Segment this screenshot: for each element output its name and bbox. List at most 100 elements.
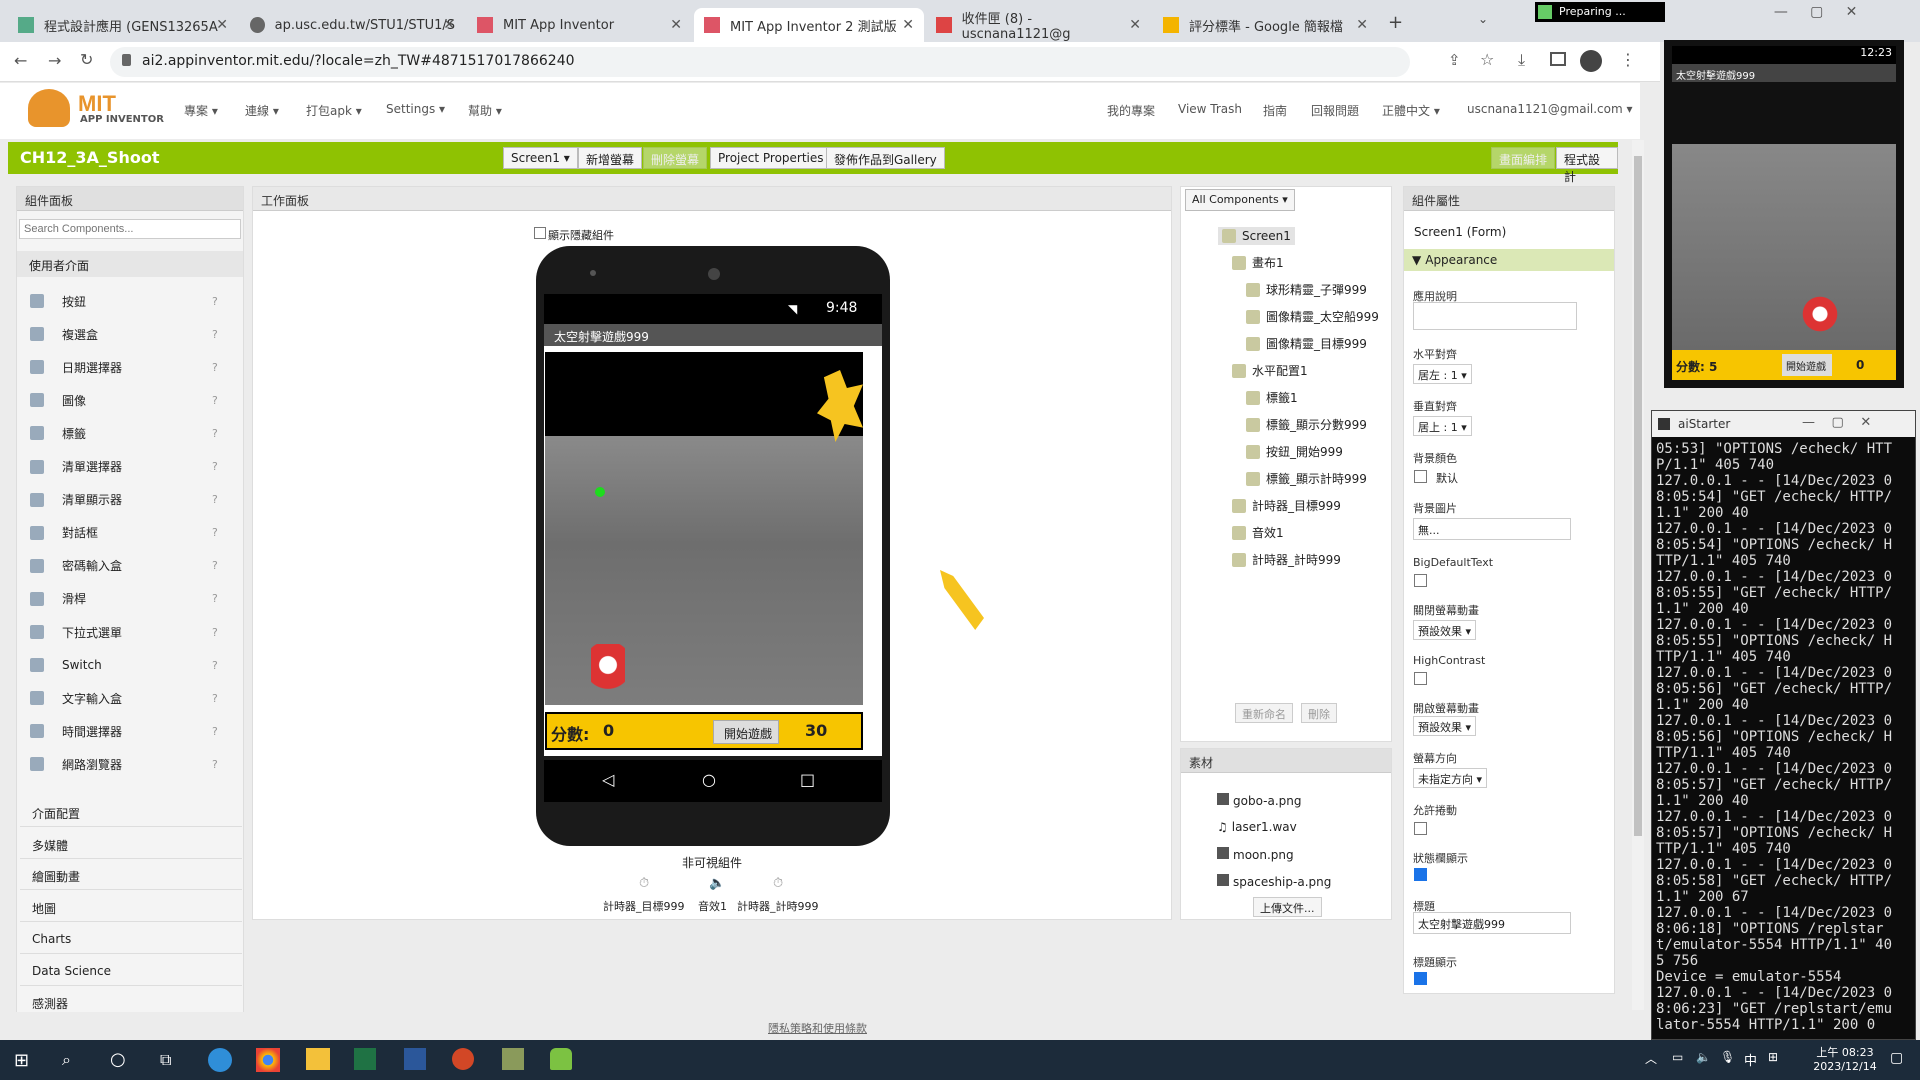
new-tab-button[interactable]: +: [1388, 12, 1403, 33]
palette-category[interactable]: Data Science: [20, 956, 242, 986]
prop-highcontrast-checkbox[interactable]: [1414, 672, 1427, 685]
ime-mode-icon[interactable]: ⊞: [1768, 1050, 1778, 1064]
bookmark-star-icon[interactable]: ☆: [1480, 50, 1494, 69]
category-user-interface[interactable]: 使用者介面: [17, 251, 243, 277]
help-icon[interactable]: ?: [212, 626, 218, 639]
mic-icon[interactable]: 🎙: [1720, 1050, 1735, 1064]
palette-item[interactable]: 對話框?: [30, 523, 218, 543]
browser-tab[interactable]: 評分標準 - Google 簡報檔 ✕: [1153, 8, 1378, 42]
palette-item[interactable]: 標籤?: [30, 423, 218, 443]
prop-bgimage-input[interactable]: 無...: [1413, 518, 1571, 540]
help-icon[interactable]: ?: [212, 692, 218, 705]
media-file[interactable]: spaceship-a.png: [1217, 874, 1331, 889]
cortana-icon[interactable]: ○: [110, 1049, 126, 1070]
palette-item[interactable]: 下拉式選單?: [30, 622, 218, 642]
tree-node[interactable]: 圖像精靈_目標999: [1246, 335, 1367, 352]
media-file[interactable]: ♫ laser1.wav: [1217, 820, 1297, 834]
tree-node[interactable]: Screen1: [1218, 227, 1295, 245]
show-hidden-checkbox[interactable]: [534, 227, 546, 239]
designer-button[interactable]: 畫面編排: [1491, 147, 1556, 169]
chrome-icon[interactable]: [256, 1048, 280, 1072]
taskbar-clock[interactable]: 上午 08:23 2023/12/14: [1805, 1044, 1885, 1073]
help-icon[interactable]: ?: [212, 361, 218, 374]
prop-statusbar-checkbox[interactable]: [1414, 868, 1427, 881]
close-tab-icon[interactable]: ✕: [216, 17, 228, 33]
tree-node[interactable]: 計時器_計時999: [1232, 551, 1341, 568]
menu-help[interactable]: 幫助 ▾: [468, 102, 502, 119]
tree-node[interactable]: 畫布1: [1232, 254, 1284, 271]
link-report-issue[interactable]: 回報問題: [1311, 102, 1359, 119]
menu-settings[interactable]: Settings ▾: [386, 102, 445, 116]
help-icon[interactable]: ?: [212, 394, 218, 407]
help-icon[interactable]: ?: [212, 725, 218, 738]
windows-start-icon[interactable]: ⊞: [14, 1050, 29, 1071]
close-tab-icon[interactable]: ✕: [443, 17, 455, 33]
emulator-start-button[interactable]: 開始遊戲: [1782, 354, 1832, 376]
powerpoint-icon[interactable]: [452, 1048, 474, 1070]
palette-item[interactable]: 清單選擇器?: [30, 457, 218, 477]
tree-node[interactable]: 標籤1: [1246, 389, 1298, 406]
word-icon[interactable]: [404, 1048, 426, 1070]
menu-project[interactable]: 專案 ▾: [184, 102, 218, 119]
task-view-icon[interactable]: ⧉: [160, 1050, 171, 1070]
prop-valign-select[interactable]: 居上 : 1 ▾: [1413, 416, 1472, 436]
prop-scrollable-checkbox[interactable]: [1414, 822, 1427, 835]
browser-tab[interactable]: MIT App Inventor ✕: [467, 8, 692, 42]
screen-select[interactable]: Screen1 ▾: [503, 147, 578, 169]
tree-node[interactable]: 水平配置1: [1232, 362, 1308, 379]
palette-category[interactable]: 介面配置: [20, 797, 242, 827]
palette-item[interactable]: 清單顯示器?: [30, 490, 218, 510]
appinventor-logo-icon[interactable]: [28, 89, 70, 127]
menu-build[interactable]: 打包apk ▾: [306, 102, 362, 119]
rename-button[interactable]: 重新命名: [1235, 703, 1293, 723]
help-icon[interactable]: ?: [212, 460, 218, 473]
privacy-link[interactable]: 隱私策略和使用條款: [768, 1020, 867, 1036]
link-view-trash[interactable]: View Trash: [1178, 102, 1242, 116]
publish-gallery-button[interactable]: 發佈作品到Gallery: [826, 147, 945, 169]
search-components-input[interactable]: [19, 219, 241, 239]
prop-orientation-select[interactable]: 未指定方向 ▾: [1413, 768, 1488, 788]
remove-screen-button[interactable]: 刪除螢幕: [643, 147, 708, 169]
user-menu[interactable]: uscnana1121@gmail.com ▾: [1467, 102, 1633, 116]
nonvisible-item[interactable]: 音效1: [698, 898, 727, 914]
help-icon[interactable]: ?: [212, 659, 218, 672]
help-icon[interactable]: ?: [212, 427, 218, 440]
tree-node[interactable]: 音效1: [1232, 524, 1284, 541]
excel-icon[interactable]: [354, 1048, 376, 1070]
edge-icon[interactable]: [208, 1048, 232, 1072]
download-icon[interactable]: ⤓: [1518, 50, 1525, 70]
palette-category[interactable]: 地圖: [20, 892, 242, 923]
more-menu-icon[interactable]: ⋮: [1620, 50, 1636, 69]
tree-node[interactable]: 按鈕_開始999: [1246, 443, 1343, 460]
search-icon[interactable]: ⌕: [62, 1050, 71, 1070]
help-icon[interactable]: ?: [212, 758, 218, 771]
start-game-button[interactable]: 開始遊戲: [713, 720, 779, 744]
palette-category[interactable]: Charts: [20, 924, 242, 954]
palette-category[interactable]: 繪圖動畫: [20, 860, 242, 891]
notification-icon[interactable]: ▢: [1890, 1050, 1903, 1066]
palette-item[interactable]: 滑桿?: [30, 589, 218, 609]
tray-chevron-icon[interactable]: ︿: [1645, 1050, 1657, 1067]
menu-connect[interactable]: 連線 ▾: [245, 102, 279, 119]
browser-tab-active[interactable]: MIT App Inventor 2 測試版 ✕: [694, 8, 924, 42]
window-controls[interactable]: — ▢ ✕: [1802, 415, 1871, 430]
spaceship-sprite[interactable]: [591, 644, 625, 704]
delete-button[interactable]: 刪除: [1301, 703, 1337, 723]
close-tab-icon[interactable]: ✕: [670, 17, 682, 33]
palette-item[interactable]: 密碼輸入盒?: [30, 556, 218, 576]
palette-item[interactable]: Switch?: [30, 655, 218, 675]
tree-node[interactable]: 標籤_顯示計時999: [1246, 470, 1367, 487]
page-scrollbar[interactable]: [1632, 140, 1644, 1010]
browser-tab[interactable]: ap.usc.edu.tw/STU1/STU1/S ✕: [240, 8, 465, 42]
nav-recent-icon[interactable]: □: [800, 770, 815, 789]
prop-close-anim-select[interactable]: 預設效果 ▾: [1413, 620, 1477, 640]
add-screen-button[interactable]: 新增螢幕: [578, 147, 643, 169]
prop-titlevisible-checkbox[interactable]: [1414, 972, 1427, 985]
nav-back-icon[interactable]: ◁: [602, 770, 614, 789]
scrollbar-thumb[interactable]: [1634, 156, 1642, 836]
palette-item[interactable]: 按鈕?: [30, 291, 218, 311]
canvas[interactable]: [545, 352, 863, 705]
help-icon[interactable]: ?: [212, 526, 218, 539]
palette-item[interactable]: 日期選擇器?: [30, 357, 218, 377]
project-properties-button[interactable]: Project Properties: [710, 147, 832, 169]
